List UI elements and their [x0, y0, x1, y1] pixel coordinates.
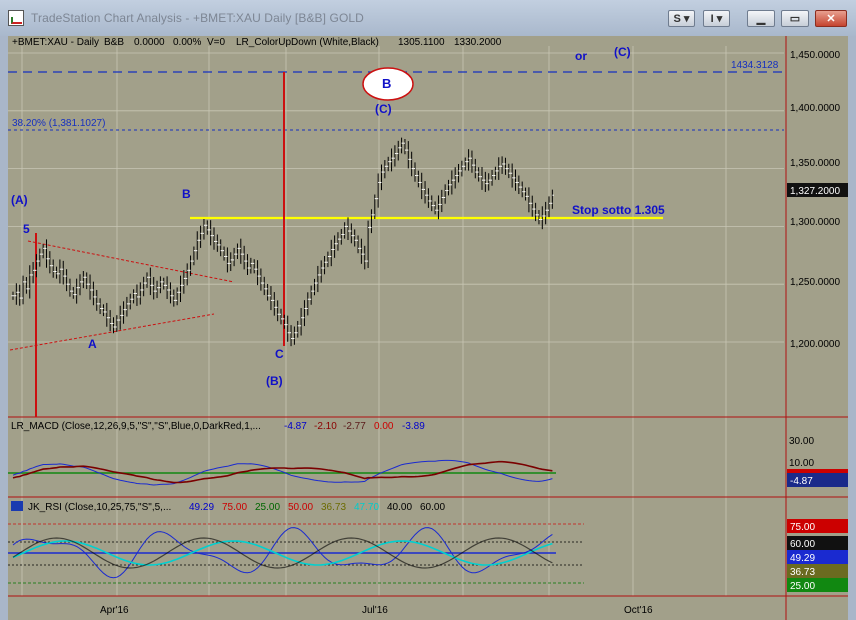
macd-value: -2.77 [343, 421, 366, 432]
window-title: TradeStation Chart Analysis - +BMET:XAU … [31, 11, 364, 25]
wave-c-low-label: C [275, 347, 284, 361]
minimize-button[interactable]: ▁ [747, 10, 775, 27]
time-label: Jul'16 [362, 605, 388, 616]
wave-a-paren-label: (A) [11, 193, 28, 207]
app-chart-icon [8, 10, 24, 26]
wave-a-label: A [88, 337, 97, 351]
rsi-badge-value: 36.73 [790, 567, 815, 578]
macd-value: -3.89 [402, 421, 425, 432]
rsi-badge-value: 25.00 [790, 581, 815, 592]
time-label: Oct'16 [624, 605, 653, 616]
close-button[interactable]: ✕ [815, 10, 847, 27]
close-icon: ✕ [826, 13, 836, 25]
plot-background [8, 36, 786, 620]
rsi-value: 47.70 [354, 502, 379, 513]
rsi-badge-value: 60.00 [790, 539, 815, 550]
rsi-value: 25.00 [255, 502, 280, 513]
price-tick: 1,250.0000 [790, 277, 840, 288]
header-low: 1305.1100 [398, 37, 445, 48]
wave-b-label: B [182, 187, 191, 201]
chart-canvas[interactable]: +BMET:XAU - Daily B&B 0.0000 0.00% V=0 L… [8, 36, 848, 620]
macd-label: LR_MACD (Close,12,26,9,5,"S","S",Blue,0,… [11, 421, 261, 432]
maximize-icon: ▭ [789, 13, 801, 25]
last-price-value: 1,327.2000 [790, 186, 840, 197]
header-high: 1330.2000 [454, 37, 502, 48]
rsi-badge-value: 49.29 [790, 553, 815, 564]
rsi-value: 49.29 [189, 502, 214, 513]
rsi-value: 75.00 [222, 502, 247, 513]
rsi-badge-value: 75.00 [790, 522, 815, 533]
macd-value: 0.00 [374, 421, 394, 432]
price-tick: 1,350.0000 [790, 158, 840, 169]
macd-tick: 30.00 [789, 436, 814, 447]
macd-current-value: -4.87 [790, 476, 813, 487]
fib-level-label: 38.20% (1,381.1027) [12, 118, 105, 129]
wave-5-label: 5 [23, 222, 30, 236]
macd-value: -2.10 [314, 421, 337, 432]
wave-b-paren-label: (B) [266, 374, 283, 388]
symbol-link-button[interactable]: S ▾ [668, 10, 695, 27]
wave-c-label: (C) [375, 102, 392, 116]
wave-c-right-label: (C) [614, 45, 631, 59]
price-tick: 1,300.0000 [790, 217, 840, 228]
price-tick: 1,450.0000 [790, 50, 840, 61]
header-symbol: +BMET:XAU - Daily [12, 37, 99, 48]
stop-label: Stop sotto 1.305 [572, 203, 665, 217]
rsi-value: 40.00 [387, 502, 412, 513]
or-label: or [575, 49, 587, 63]
minimize-icon: ▁ [756, 13, 766, 25]
rsi-value: 50.00 [288, 502, 313, 513]
macd-zero-marker [787, 469, 848, 473]
macd-value: -4.87 [284, 421, 307, 432]
maximize-button[interactable]: ▭ [781, 10, 809, 27]
indicator-link-button[interactable]: I ▾ [703, 10, 730, 27]
macd-tick: 10.00 [789, 458, 814, 469]
indicator-link-label: I [710, 13, 714, 25]
wave-b-circle-label: B [382, 76, 391, 91]
price-tick: 1,400.0000 [790, 103, 840, 114]
rsi-value: 60.00 [420, 502, 445, 513]
header-bb: B&B [104, 37, 124, 48]
header-volume: V=0 [207, 37, 226, 48]
price-tick: 1,200.0000 [790, 339, 840, 350]
title-bar[interactable]: TradeStation Chart Analysis - +BMET:XAU … [0, 0, 856, 36]
header-change: 0.0000 [134, 37, 165, 48]
rsi-value: 36.73 [321, 502, 346, 513]
time-label: Apr'16 [100, 605, 129, 616]
rsi-label: JK_RSI (Close,10,25,75,"S",5,... [28, 502, 171, 513]
header-indicator: LR_ColorUpDown (White,Black) [236, 37, 379, 48]
rsi-indicator-icon [11, 501, 23, 511]
symbol-link-label: S [673, 13, 681, 25]
application-window: TradeStation Chart Analysis - +BMET:XAU … [0, 0, 856, 620]
header-pct: 0.00% [173, 37, 201, 48]
upper-level-label: 1434.3128 [731, 60, 779, 71]
